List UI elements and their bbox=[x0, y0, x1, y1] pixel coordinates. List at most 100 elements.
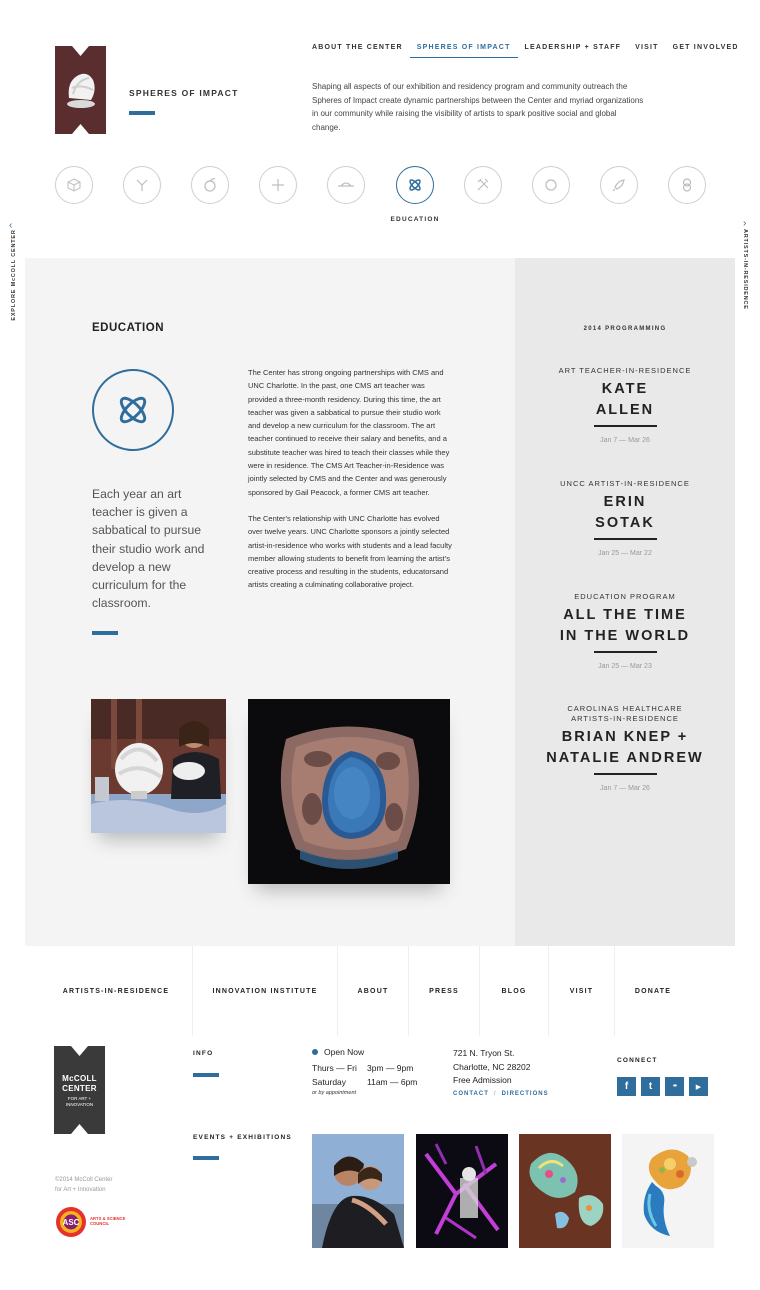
footer-nav-donate[interactable]: DONATE bbox=[615, 946, 691, 1036]
directions-link[interactable]: DIRECTIONS bbox=[502, 1091, 549, 1097]
program-name-line2: IN THE WORLD bbox=[559, 627, 691, 644]
program-divider bbox=[593, 538, 657, 540]
label-accent-bar bbox=[129, 111, 155, 115]
by-appointment-note: or by appointment bbox=[312, 1090, 357, 1096]
nav-spheres-of-impact[interactable]: SPHERES OF IMPACT bbox=[409, 44, 518, 58]
mccoll-center-logo[interactable]: McCOLL CENTER FOR ART + INNOVATION bbox=[54, 1046, 105, 1134]
program-subtitle: ART TEACHER-IN-RESIDENCE bbox=[558, 366, 692, 375]
plus-sphere-icon[interactable] bbox=[259, 166, 297, 204]
top-nav: ABOUT THE CENTER SPHERES OF IMPACT LEADE… bbox=[312, 44, 746, 58]
address: 721 N. Tryon St. Charlotte, NC 28202 Fre… bbox=[453, 1047, 531, 1088]
address-line-2: Charlotte, NC 28202 bbox=[453, 1061, 531, 1072]
event-thumbnail[interactable] bbox=[622, 1134, 714, 1248]
nav-visit[interactable]: VISIT bbox=[628, 44, 666, 58]
hours-time: 3pm — 9pm bbox=[367, 1063, 414, 1073]
logo-notch-top bbox=[72, 46, 89, 56]
footer-nav-about[interactable]: ABOUT bbox=[338, 946, 409, 1036]
logo-notch-bottom bbox=[72, 124, 89, 134]
contact-link[interactable]: CONTACT bbox=[453, 1091, 489, 1097]
event-thumbnail[interactable] bbox=[416, 1134, 508, 1248]
artists-side-link[interactable]: › ARTISTS-IN-RESIDENCE bbox=[740, 218, 752, 328]
cuff-bracelet-photo[interactable] bbox=[248, 699, 450, 884]
logo-line-1: McCOLL bbox=[62, 1074, 97, 1083]
y-branch-sphere-icon[interactable] bbox=[123, 166, 161, 204]
asc-mark: ASC bbox=[63, 1218, 80, 1227]
program-name-line2: NATALIE ANDREW bbox=[546, 749, 704, 766]
footer-nav-blog[interactable]: BLOG bbox=[480, 946, 549, 1036]
copyright-line-2: for Art + Innovation bbox=[55, 1187, 106, 1193]
program-date: Jan 25 — Mar 22 bbox=[598, 550, 652, 557]
hours-day: Saturday bbox=[312, 1076, 347, 1087]
logo-notch-bottom bbox=[71, 1124, 88, 1134]
copyright-line-1: ©2014 McColl Center bbox=[55, 1177, 113, 1183]
atom-sphere-icon[interactable] bbox=[396, 166, 434, 204]
program-name-line2: SOTAK bbox=[595, 514, 655, 531]
event-thumbnail[interactable] bbox=[519, 1134, 611, 1248]
artists-side-label: ARTISTS-IN-RESIDENCE bbox=[742, 229, 748, 310]
cube-sphere-icon[interactable] bbox=[55, 166, 93, 204]
program-name-line1: BRIAN KNEP + bbox=[561, 729, 689, 745]
nav-leadership-staff[interactable]: LEADERSHIP + STAFF bbox=[518, 44, 629, 58]
program-divider bbox=[593, 651, 657, 653]
logo-line-4: INNOVATION bbox=[65, 1102, 94, 1107]
footer-nav-press[interactable]: PRESS bbox=[409, 946, 480, 1036]
info-accent-bar bbox=[193, 1073, 219, 1077]
twitter-icon[interactable]: t bbox=[641, 1077, 660, 1096]
program-subtitle: CAROLINAS HEALTHCARE bbox=[567, 704, 683, 713]
sculpture-image bbox=[67, 73, 95, 108]
open-now-text: Open Now bbox=[324, 1047, 365, 1057]
tools-sphere-icon[interactable] bbox=[464, 166, 502, 204]
hours-row: Thurs — Fri 3pm — 9pm bbox=[312, 1062, 417, 1076]
youtube-icon[interactable]: ▶ bbox=[689, 1077, 708, 1096]
nav-about-the-center[interactable]: ABOUT THE CENTER bbox=[312, 44, 410, 58]
chevron-right-icon: › bbox=[743, 218, 747, 229]
program-name-line1: KATE bbox=[601, 381, 649, 397]
hours: Thurs — Fri 3pm — 9pm Saturday 11am — 6p… bbox=[312, 1062, 417, 1089]
education-body: The Center has strong ongoing partnershi… bbox=[248, 366, 453, 605]
footer-nav: ARTISTS-IN-RESIDENCE INNOVATION INSTITUT… bbox=[40, 946, 734, 1036]
program-brian-knep-natalie-andrew[interactable]: CAROLINAS HEALTHCARE ARTISTS-IN-RESIDENC… bbox=[515, 704, 735, 792]
mccoll-logo-photo[interactable] bbox=[55, 46, 106, 134]
asc-text-2: COUNCIL bbox=[90, 1221, 110, 1226]
program-all-the-time[interactable]: EDUCATION PROGRAM ALL THE TIME IN THE WO… bbox=[515, 592, 735, 670]
circle-sphere-icon[interactable] bbox=[532, 166, 570, 204]
address-links: CONTACT / DIRECTIONS bbox=[453, 1091, 549, 1097]
education-title: EDUCATION bbox=[92, 322, 165, 334]
program-date: Jan 25 — Mar 23 bbox=[598, 663, 652, 670]
connect-label: CONNECT bbox=[617, 1057, 658, 1064]
program-divider bbox=[593, 425, 657, 427]
copyright: ©2014 McColl Center for Art + Innovation bbox=[55, 1175, 155, 1195]
link-sphere-icon[interactable] bbox=[668, 166, 706, 204]
program-date: Jan 7 — Mar 26 bbox=[600, 437, 650, 444]
asc-logo[interactable]: ASC ARTS & SCIENCE COUNCIL bbox=[55, 1206, 130, 1238]
logo-line-2: CENTER bbox=[62, 1084, 97, 1093]
horizon-sphere-icon[interactable] bbox=[327, 166, 365, 204]
info-label[interactable]: INFO bbox=[193, 1050, 213, 1057]
programming-heading: 2014 PROGRAMMING bbox=[583, 326, 667, 332]
leaf-sphere-icon[interactable] bbox=[191, 166, 229, 204]
facebook-icon[interactable]: f bbox=[617, 1077, 636, 1096]
events-accent-bar bbox=[193, 1156, 219, 1160]
page-label: SPHERES OF IMPACT bbox=[129, 88, 239, 98]
hours-time: 11am — 6pm bbox=[367, 1076, 418, 1087]
artist-studio-photo[interactable] bbox=[91, 699, 226, 833]
event-thumbnail[interactable] bbox=[312, 1134, 404, 1248]
footer-nav-artists-in-residence[interactable]: ARTISTS-IN-RESIDENCE bbox=[40, 946, 193, 1036]
flickr-icon[interactable]: •• bbox=[665, 1077, 684, 1096]
footer-nav-innovation-institute[interactable]: INNOVATION INSTITUTE bbox=[193, 946, 338, 1036]
program-erin-sotak[interactable]: UNCC ARTIST-IN-RESIDENCE ERIN SOTAK Jan … bbox=[515, 479, 735, 557]
active-sphere-caption: EDUCATION bbox=[390, 216, 440, 223]
program-name-line1: ERIN bbox=[603, 494, 647, 510]
program-name-line1: ALL THE TIME bbox=[563, 607, 687, 623]
hours-row: Saturday 11am — 6pm bbox=[312, 1076, 417, 1090]
program-kate-allen[interactable]: ART TEACHER-IN-RESIDENCE KATE ALLEN Jan … bbox=[515, 366, 735, 444]
intro-text: Shaping all aspects of our exhibition an… bbox=[312, 82, 644, 132]
footer-nav-visit[interactable]: VISIT bbox=[549, 946, 615, 1036]
address-line-1: 721 N. Tryon St. bbox=[453, 1048, 515, 1058]
events-label[interactable]: EVENTS + EXHIBITIONS bbox=[193, 1134, 292, 1141]
education-paragraph-2: The Center's relationship with UNC Charl… bbox=[248, 513, 452, 590]
rocket-sphere-icon[interactable] bbox=[600, 166, 638, 204]
nav-get-involved[interactable]: GET INVOLVED bbox=[666, 44, 746, 58]
link-separator: / bbox=[493, 1091, 497, 1097]
explore-side-link[interactable]: ‹ EXPLORE McCOLL CENTER bbox=[8, 220, 20, 330]
